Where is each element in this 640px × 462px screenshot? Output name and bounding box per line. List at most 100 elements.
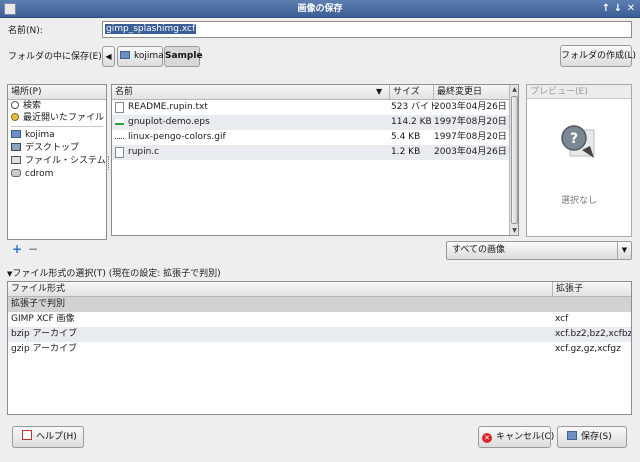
column-name-label: 名前 bbox=[115, 87, 134, 97]
add-place-button[interactable]: + bbox=[12, 243, 22, 255]
text-file-icon bbox=[115, 147, 124, 158]
filetype-expander-label: ファイル形式の選択(T) (現在の設定: 拡張子で判別) bbox=[12, 269, 221, 279]
drive-icon bbox=[11, 156, 21, 164]
name-label: 名前(N): bbox=[8, 26, 43, 36]
file-date: 2003年04月26日 bbox=[434, 147, 507, 157]
column-date[interactable]: 最終変更日 bbox=[433, 85, 509, 100]
file-date: 2003年04月26日 bbox=[434, 102, 507, 112]
place-search-label: 検索 bbox=[23, 101, 42, 111]
preview-header: プレビュー(E) bbox=[527, 85, 631, 99]
filetype-row[interactable]: gzip アーカイブ xcf.gz,gz,xcfgz bbox=[8, 342, 631, 357]
file-date: 1997年08月20日 bbox=[434, 117, 507, 127]
crumb-kojima[interactable]: kojima bbox=[117, 46, 164, 67]
preview-pane: プレビュー(E) ? 選択なし bbox=[526, 84, 632, 237]
cancel-icon: ✕ bbox=[482, 433, 492, 443]
close-icon[interactable]: ✕ bbox=[625, 3, 637, 15]
file-date: 1997年08月20日 bbox=[434, 132, 507, 142]
window-title: 画像の保存 bbox=[297, 4, 343, 14]
place-filesystem-label: ファイル・システム bbox=[25, 156, 106, 166]
place-desktop[interactable]: デスクトップ bbox=[8, 142, 106, 155]
place-search[interactable]: 検索 bbox=[8, 100, 106, 112]
file-name: gnuplot-demo.eps bbox=[128, 117, 210, 127]
file-size: 523 バイト bbox=[391, 102, 439, 112]
path-back-button[interactable]: ◀ bbox=[102, 46, 115, 67]
cancel-button[interactable]: ✕ キャンセル(C) bbox=[478, 426, 555, 448]
place-filesystem[interactable]: ファイル・システム bbox=[8, 155, 106, 168]
save-label: 保存(S) bbox=[581, 432, 612, 442]
dropdown-arrow-icon: ▼ bbox=[617, 242, 631, 259]
filename-input[interactable]: gimp_splashimg.xcf bbox=[102, 21, 632, 38]
search-icon bbox=[11, 101, 19, 109]
scroll-up-icon[interactable]: ▲ bbox=[510, 85, 518, 95]
file-list-pane: 名前 ▼ サイズ 最終変更日 README.rupin.txt 523 バイト … bbox=[111, 84, 519, 236]
places-separator bbox=[11, 126, 103, 127]
place-home-label: kojima bbox=[25, 130, 55, 140]
image-file-icon bbox=[115, 119, 124, 125]
filetype-name: bzip アーカイブ bbox=[11, 329, 77, 339]
place-home[interactable]: kojima bbox=[8, 129, 106, 142]
filetype-name: GIMP XCF 画像 bbox=[11, 314, 75, 324]
file-row[interactable]: linux-pengo-colors.gif 5.4 KB 1997年08月20… bbox=[112, 130, 509, 145]
scroll-thumb[interactable] bbox=[511, 96, 518, 224]
column-extension[interactable]: 拡張子 bbox=[552, 282, 631, 297]
desktop-icon bbox=[11, 143, 21, 151]
svg-text:?: ? bbox=[570, 131, 578, 147]
save-button[interactable]: 保存(S) bbox=[557, 426, 627, 448]
remove-place-button[interactable]: − bbox=[28, 243, 38, 255]
file-name: README.rupin.txt bbox=[128, 102, 208, 112]
scroll-down-icon[interactable]: ▼ bbox=[510, 226, 518, 235]
file-row[interactable]: rupin.c 1.2 KB 2003年04月26日 bbox=[112, 145, 509, 160]
file-rows: README.rupin.txt 523 バイト 2003年04月26日 gnu… bbox=[112, 100, 509, 160]
sort-down-icon: ▼ bbox=[376, 87, 383, 96]
file-list-scrollbar[interactable]: ▲ ▼ bbox=[509, 85, 518, 235]
filetype-row[interactable]: GIMP XCF 画像 xcf bbox=[8, 312, 631, 327]
filetype-row-selected[interactable]: 拡張子で判別 bbox=[8, 297, 631, 312]
cancel-label: キャンセル(C) bbox=[496, 432, 555, 442]
cdrom-icon bbox=[11, 169, 21, 177]
help-button[interactable]: ヘルプ(H) bbox=[12, 426, 84, 448]
place-recent-label: 最近開いたファイル bbox=[23, 113, 105, 123]
image-file-icon bbox=[115, 135, 124, 139]
column-name[interactable]: 名前 ▼ bbox=[112, 85, 389, 100]
filetype-ext: xcf bbox=[555, 314, 569, 324]
crumb-sample-label: Sample bbox=[165, 51, 203, 61]
place-cdrom[interactable]: cdrom bbox=[8, 168, 106, 181]
file-size: 114.2 KB bbox=[391, 117, 432, 127]
create-folder-label: フォルダの作成(L) bbox=[561, 51, 637, 61]
filetype-table: ファイル形式 拡張子 拡張子で判別 GIMP XCF 画像 xcf bzip ア… bbox=[7, 281, 632, 415]
crumb-sample[interactable]: Sample bbox=[164, 46, 203, 67]
create-folder-button[interactable]: フォルダの作成(L) bbox=[560, 45, 636, 67]
text-file-icon bbox=[115, 102, 124, 113]
filetype-expander[interactable]: ▼ファイル形式の選択(T) (現在の設定: 拡張子で判別) bbox=[7, 268, 221, 280]
file-row[interactable]: gnuplot-demo.eps 114.2 KB 1997年08月20日 bbox=[112, 115, 509, 130]
file-row[interactable]: README.rupin.txt 523 バイト 2003年04月26日 bbox=[112, 100, 509, 115]
place-recent[interactable]: 最近開いたファイル bbox=[8, 112, 106, 124]
help-icon bbox=[22, 430, 32, 440]
file-name: rupin.c bbox=[128, 147, 160, 157]
file-size: 5.4 KB bbox=[391, 132, 421, 142]
left-arrow-icon: ◀ bbox=[105, 52, 112, 61]
filetype-name: gzip アーカイブ bbox=[11, 344, 77, 354]
preview-empty-text: 選択なし bbox=[560, 196, 597, 206]
filetype-name: 拡張子で判別 bbox=[11, 299, 66, 309]
filter-selected: すべての画像 bbox=[452, 245, 506, 255]
folder-label: フォルダの中に保存(E): bbox=[8, 52, 105, 62]
filetype-ext: xcf.bz2,bz2,xcfbz2 bbox=[555, 329, 632, 339]
filename-text: gimp_splashimg.xcf bbox=[105, 24, 197, 34]
title-bar[interactable]: 画像の保存 ↑ ↓ ✕ bbox=[0, 0, 640, 18]
maximize-icon[interactable]: ↓ bbox=[612, 3, 624, 15]
column-size[interactable]: サイズ bbox=[389, 85, 433, 100]
filetype-row[interactable]: bzip アーカイブ xcf.bz2,bz2,xcfbz2 bbox=[8, 327, 632, 342]
help-label: ヘルプ(H) bbox=[36, 432, 77, 442]
place-cdrom-label: cdrom bbox=[25, 169, 54, 179]
column-filetype[interactable]: ファイル形式 bbox=[8, 282, 552, 297]
places-header[interactable]: 場所(P) bbox=[8, 85, 106, 100]
home-folder-icon bbox=[120, 51, 130, 59]
crumb-kojima-label: kojima bbox=[134, 51, 164, 61]
filter-combo[interactable]: すべての画像 ▼ bbox=[446, 241, 632, 260]
filetype-ext: xcf.gz,gz,xcfgz bbox=[555, 344, 621, 354]
minimize-icon[interactable]: ↑ bbox=[600, 3, 612, 15]
places-pane: 場所(P) 検索 最近開いたファイル kojima デスクトップ ファイル・シス… bbox=[7, 84, 107, 240]
save-icon bbox=[567, 431, 577, 440]
file-size: 1.2 KB bbox=[391, 147, 421, 157]
